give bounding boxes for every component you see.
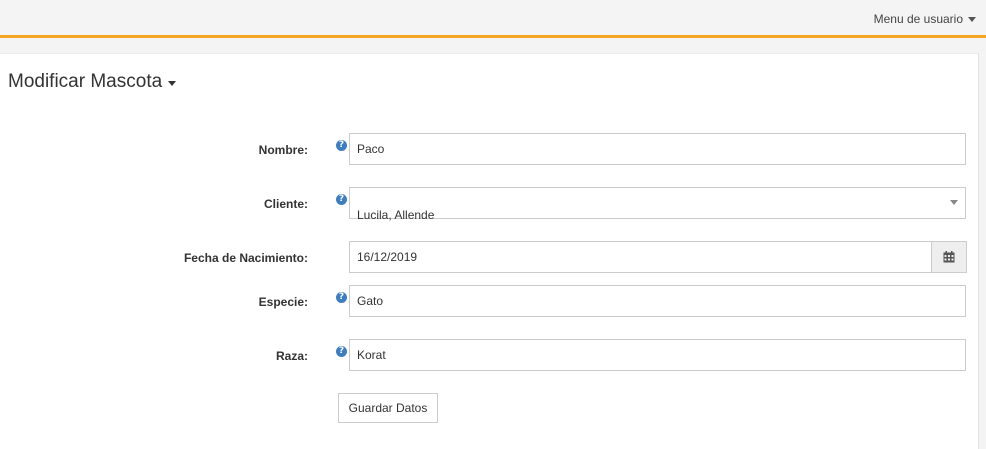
nombre-label: Nombre: [258, 143, 308, 157]
cliente-label: Cliente: [263, 197, 308, 211]
question-circle-icon[interactable]: ? [336, 140, 347, 151]
chevron-down-icon [968, 16, 976, 22]
raza-input[interactable] [349, 339, 966, 371]
fecha-nacimiento-input[interactable] [349, 241, 932, 273]
page-title-dropdown[interactable]: Modificar Mascota [8, 71, 177, 93]
chevron-down-icon [950, 200, 958, 205]
page-title: Modificar Mascota [8, 71, 163, 92]
calendar-button[interactable] [931, 241, 967, 273]
user-menu-label: Menu de usuario [873, 12, 963, 26]
raza-label: Raza: [275, 349, 308, 363]
especie-label: Especie: [258, 295, 308, 309]
especie-input[interactable] [349, 285, 966, 317]
nombre-input[interactable] [349, 133, 966, 165]
question-circle-icon[interactable]: ? [336, 346, 347, 357]
chevron-down-icon [168, 81, 177, 86]
fecha-nacimiento-label: Fecha de Nacimiento: [183, 251, 308, 265]
save-button[interactable]: Guardar Datos [338, 393, 438, 423]
question-circle-icon[interactable]: ? [336, 194, 347, 205]
user-menu-dropdown[interactable]: Menu de usuario [874, 12, 976, 26]
cliente-selected-value: Lucila, Allende [357, 208, 435, 222]
cliente-select[interactable]: Lucila, Allende [349, 187, 966, 222]
calendar-icon [943, 251, 955, 263]
top-navbar: Menu de usuario [0, 0, 986, 38]
question-circle-icon[interactable]: ? [336, 292, 347, 303]
